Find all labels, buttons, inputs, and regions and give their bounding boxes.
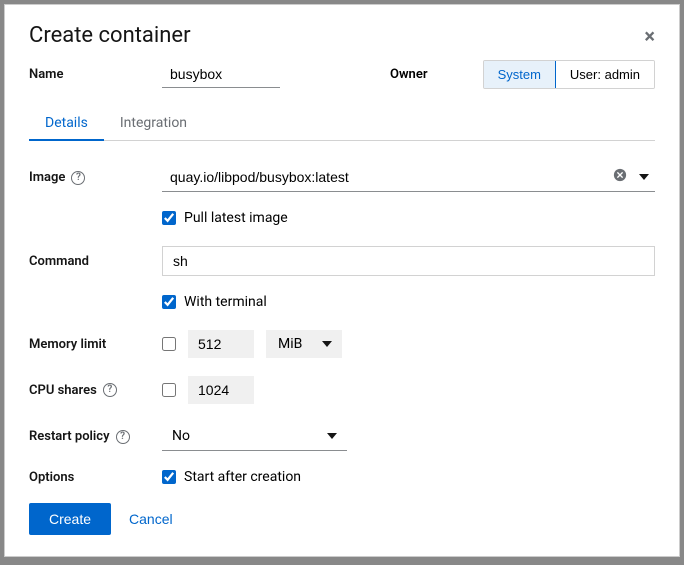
terminal-row: With terminal (162, 294, 655, 310)
modal-body: Name Owner System User: admin Details In… (5, 60, 679, 555)
chevron-down-icon (327, 433, 337, 439)
owner-toggle: System User: admin (483, 60, 655, 89)
image-dropdown-icon[interactable] (639, 174, 649, 180)
image-input-wrap (162, 163, 655, 192)
restart-policy-select[interactable]: No (162, 422, 347, 451)
start-after-label: Start after creation (184, 469, 301, 485)
memory-row: Memory limit MiB (29, 330, 655, 358)
command-label: Command (29, 254, 162, 269)
help-icon[interactable]: ? (103, 383, 117, 397)
image-input[interactable] (162, 163, 609, 191)
owner-label: Owner (390, 67, 428, 82)
pull-latest-checkbox[interactable] (162, 211, 176, 225)
tabs: Details Integration (29, 107, 655, 141)
owner-system-button[interactable]: System (483, 60, 556, 89)
start-after-checkbox[interactable] (162, 470, 176, 484)
memory-value-input[interactable] (188, 330, 254, 358)
owner-user-button[interactable]: User: admin (555, 61, 654, 88)
memory-enable-checkbox[interactable] (162, 337, 176, 351)
image-label: Image ? (29, 170, 162, 185)
tab-integration[interactable]: Integration (104, 107, 203, 141)
create-button[interactable]: Create (29, 503, 111, 535)
image-row: Image ? (29, 163, 655, 192)
cpu-label: CPU shares ? (29, 383, 162, 398)
close-icon[interactable]: × (644, 26, 655, 46)
restart-label: Restart policy ? (29, 429, 162, 444)
modal-footer: Create Cancel (29, 503, 655, 535)
memory-unit-select[interactable]: MiB (266, 330, 342, 358)
memory-label: Memory limit (29, 337, 162, 352)
command-input[interactable] (162, 246, 655, 276)
start-after-wrap: Start after creation (162, 469, 301, 485)
terminal-checkbox[interactable] (162, 295, 176, 309)
cpu-enable-checkbox[interactable] (162, 383, 176, 397)
modal-header: Create container × (5, 5, 679, 60)
tab-details[interactable]: Details (29, 107, 104, 141)
name-label: Name (29, 67, 162, 82)
command-row: Command (29, 246, 655, 276)
clear-image-icon[interactable] (609, 168, 631, 186)
help-icon[interactable]: ? (116, 430, 130, 444)
cpu-row: CPU shares ? (29, 376, 655, 404)
pull-latest-row: Pull latest image (162, 210, 655, 226)
terminal-label: With terminal (184, 294, 267, 310)
options-row: Options Start after creation (29, 469, 655, 485)
cancel-button[interactable]: Cancel (129, 511, 173, 527)
modal-title: Create container (29, 23, 191, 48)
help-icon[interactable]: ? (71, 171, 85, 185)
pull-latest-label: Pull latest image (184, 210, 288, 226)
restart-row: Restart policy ? No (29, 422, 655, 451)
name-owner-row: Name Owner System User: admin (29, 60, 655, 89)
name-input[interactable] (162, 61, 280, 88)
cpu-value-input[interactable] (188, 376, 254, 404)
chevron-down-icon (322, 341, 332, 347)
create-container-modal: Create container × Name Owner System Use… (4, 4, 680, 557)
options-label: Options (29, 470, 162, 485)
